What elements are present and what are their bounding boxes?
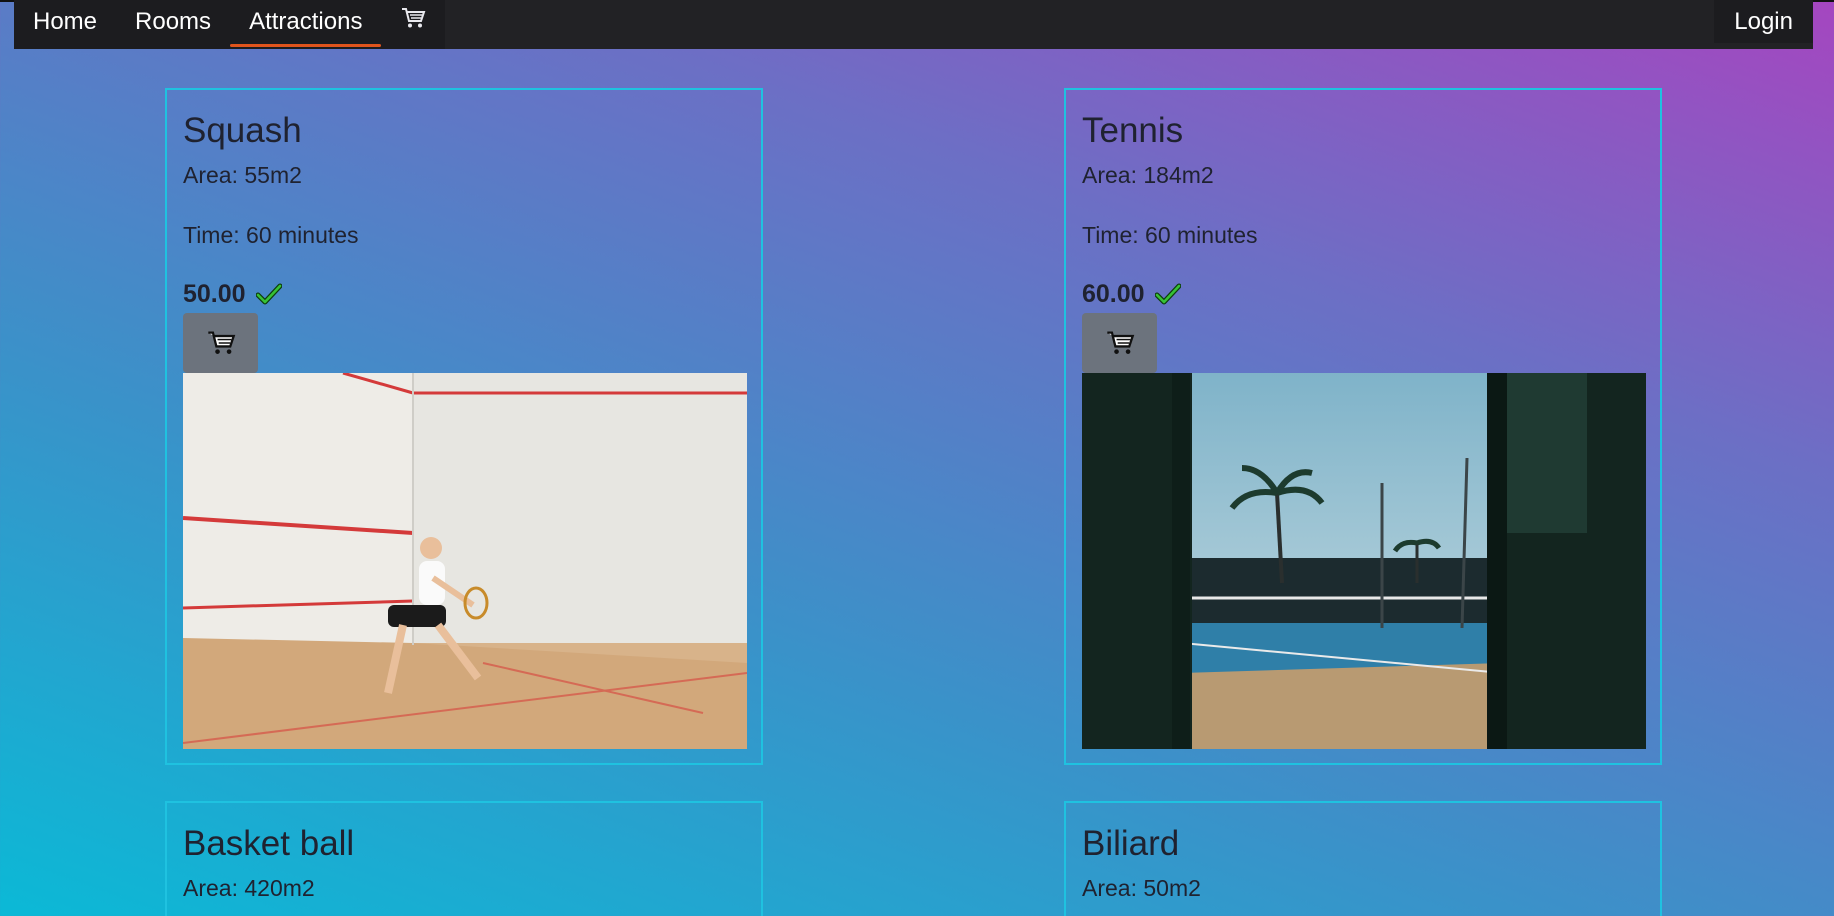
attraction-price: 50.00 [183,279,246,308]
add-to-cart-button[interactable] [183,313,258,373]
squash-court-photo [183,373,747,749]
checkmark-icon [255,283,282,305]
attraction-title: Biliard [1082,824,1180,863]
attraction-time: Time: 60 minutes [1082,222,1258,248]
attraction-area: Area: 184m2 [1082,162,1214,188]
attraction-area: Area: 420m2 [183,875,315,901]
price-row: 60.00 [1082,279,1644,309]
top-navbar: Home Rooms Attractions Login [14,0,1813,49]
login-link[interactable]: Login [1714,0,1813,43]
cart-icon [1106,331,1134,354]
attraction-card-tennis: Tennis Area: 184m2 Time: 60 minutes 60.0… [1064,88,1662,765]
cart-icon [207,331,235,354]
attraction-card-biliard: Biliard Area: 50m2 [1064,801,1662,916]
attraction-title: Tennis [1082,111,1184,150]
tennis-court-photo [1082,373,1646,749]
cart-icon [400,6,426,37]
nav-rooms-link[interactable]: Rooms [116,0,230,43]
add-to-cart-button[interactable] [1082,313,1157,373]
attraction-area: Area: 50m2 [1082,875,1201,901]
attraction-title: Squash [183,111,302,150]
checkmark-icon [1154,283,1181,305]
nav-cart-link[interactable] [381,0,445,43]
nav-home-link[interactable]: Home [14,0,116,43]
attraction-price: 60.00 [1082,279,1145,308]
nav-attractions-link[interactable]: Attractions [230,0,382,47]
attraction-card-squash: Squash Area: 55m2 Time: 60 minutes 50.00 [165,88,763,765]
attraction-card-basketball: Basket ball Area: 420m2 [165,801,763,916]
attraction-title: Basket ball [183,824,355,863]
attraction-area: Area: 55m2 [183,162,302,188]
attraction-time: Time: 60 minutes [183,222,359,248]
nav-links: Home Rooms Attractions [14,0,446,49]
price-row: 50.00 [183,279,745,309]
